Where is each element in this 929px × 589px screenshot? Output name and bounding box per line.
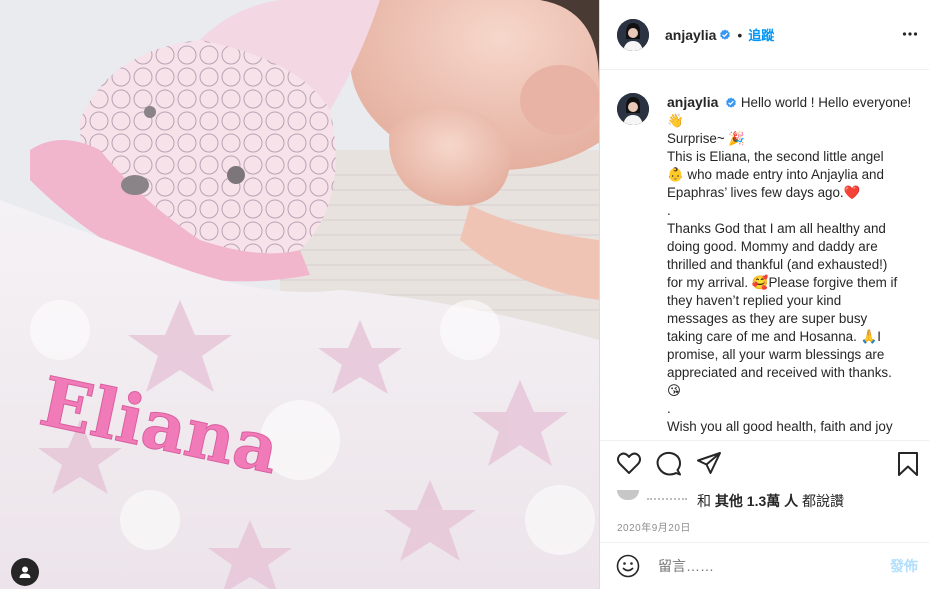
- user-tag-icon[interactable]: [11, 558, 39, 586]
- verified-badge-icon: [726, 97, 737, 108]
- comment-input[interactable]: [658, 558, 868, 574]
- caption-line: 😘: [667, 383, 681, 398]
- caption-line: Wish you all good health, faith and joy: [667, 419, 893, 434]
- comment-icon[interactable]: [656, 451, 682, 477]
- caption-line: for my arrival. 🥰Please forgive them if: [667, 275, 898, 290]
- caption-line: Surprise~ 🎉: [667, 131, 746, 146]
- caption-line: Thanks God that I am all healthy and: [667, 221, 886, 236]
- caption-line: .: [667, 203, 671, 218]
- emoji-icon[interactable]: [616, 554, 640, 578]
- caption-line: promise, all your warm blessings are: [667, 347, 885, 362]
- caption-first-line: Hello world ! Hello everyone!: [740, 95, 912, 110]
- header-separator: •: [737, 26, 743, 43]
- caption-author-username[interactable]: anjaylia: [667, 94, 718, 110]
- liker-name: [647, 492, 687, 500]
- caption-line: appreciated and received with thanks.: [667, 365, 892, 380]
- caption-line: they haven’t replied your kind: [667, 293, 842, 308]
- likes-summary[interactable]: 和 其他 1.3萬 人 都說讚: [617, 490, 844, 511]
- caption-author-avatar[interactable]: [617, 93, 649, 125]
- caption-line: 👋: [667, 113, 684, 128]
- author-username[interactable]: anjaylia: [665, 27, 716, 43]
- caption-line: thrilled and thankful (and exhausted!): [667, 257, 888, 272]
- share-icon[interactable]: [696, 451, 722, 477]
- caption-line: 👶 who made entry into Anjaylia and: [667, 167, 884, 182]
- caption-line: doing good. Mommy and daddy are: [667, 239, 878, 254]
- heart-icon[interactable]: [616, 451, 642, 475]
- likes-suffix: 都說讚: [802, 493, 845, 509]
- save-icon[interactable]: [896, 451, 920, 477]
- post-date[interactable]: 2020年9月20日: [617, 519, 691, 534]
- caption-line: This is Eliana, the second little angel: [667, 149, 884, 164]
- post-caption: anjaylia Hello world ! Hello everyone! 👋…: [667, 93, 925, 436]
- post-header: anjaylia • 追蹤: [600, 0, 929, 70]
- follow-button[interactable]: 追蹤: [748, 25, 774, 44]
- more-options-icon[interactable]: [902, 26, 918, 42]
- post-photo[interactable]: Eliana: [0, 0, 599, 589]
- caption-line: taking care of me and Hosanna. 🙏I: [667, 329, 881, 344]
- caption-line: messages as they are super busy: [667, 311, 868, 326]
- comments-section[interactable]: anjaylia Hello world ! Hello everyone! 👋…: [600, 71, 929, 441]
- caption-line: .: [667, 401, 671, 416]
- post-comment-button[interactable]: 發佈: [890, 556, 918, 576]
- post-sidebar: anjaylia • 追蹤 anjaylia Hello world ! Hel…: [599, 0, 929, 589]
- author-avatar[interactable]: [617, 18, 649, 51]
- embroidered-name: Eliana: [33, 362, 285, 490]
- verified-badge-icon: [720, 29, 731, 40]
- action-bar: [600, 451, 929, 483]
- likes-prefix: 和: [697, 493, 711, 509]
- liker-avatar: [617, 490, 639, 500]
- embroidery-overlay: Eliana: [33, 361, 286, 490]
- caption-line: Epaphras’ lives few days ago.❤️: [667, 185, 861, 200]
- add-comment-bar: 發佈: [600, 542, 929, 589]
- likes-count[interactable]: 其他 1.3萬 人: [715, 493, 798, 509]
